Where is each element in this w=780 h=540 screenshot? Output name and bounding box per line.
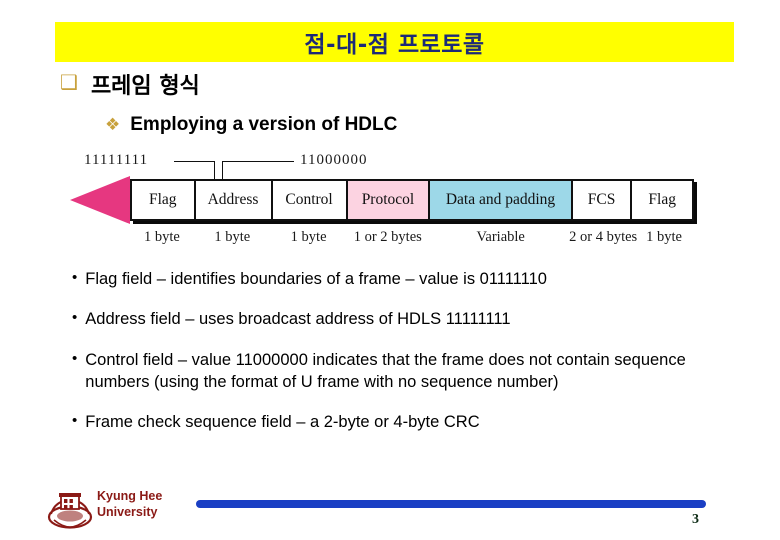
body-bullet-item: • Flag field – identifies boundaries of a…	[72, 268, 702, 290]
frame-size-label: 1 byte	[646, 228, 682, 245]
body-bullet-list: • Flag field – identifies boundaries of a…	[72, 268, 702, 451]
outline-level2-label: Employing a version of HDLC	[130, 114, 398, 135]
diagram-annotation-label: 11111111	[84, 152, 149, 168]
frame-field-cell: Data and padding	[430, 181, 573, 219]
page-number: 3	[692, 512, 699, 527]
round-bullet-icon: •	[72, 412, 78, 430]
round-bullet-icon: •	[72, 309, 78, 327]
outline-level1-item: ❑ 프레임 형식	[60, 68, 200, 100]
slide-title-banner: 점-대-점 프로토콜	[55, 22, 734, 62]
ppp-frame-diagram: 11111111 11000000 Flag Address Control Proto…	[62, 150, 712, 255]
organization-name: Kyung Hee University	[97, 489, 162, 520]
diagram-leader-line	[174, 161, 214, 162]
outline-level1-label: 프레임 형식	[90, 74, 200, 99]
diagram-annotation-label: 11000000	[300, 152, 368, 168]
body-bullet-text: Flag field – identifies boundaries of a …	[85, 270, 547, 288]
outline-level2-item: ❖ Employing a version of HDLC	[105, 114, 397, 136]
frame-size-label: 1 byte	[290, 228, 327, 245]
frame-field-cell: Address	[195, 181, 273, 219]
direction-arrow-icon	[70, 176, 130, 224]
diagram-leader-line	[214, 161, 215, 179]
frame-size-label: 1 byte	[214, 228, 251, 245]
diagram-leader-line	[222, 161, 294, 162]
body-bullet-item: • Frame check sequence field – a 2-byte o…	[72, 411, 702, 433]
body-bullet-text: Address field – uses broadcast address o…	[85, 310, 511, 329]
frame-size-label: 2 or 4 bytes	[569, 228, 638, 245]
frame-field-cell: Flag	[132, 181, 196, 219]
frame-field-cell: Flag	[632, 181, 692, 219]
body-bullet-text: Frame check sequence field – a 2-byte or…	[85, 413, 480, 432]
body-bullet-item: • Address field – uses broadcast address …	[72, 308, 702, 330]
frame-size-label: Variable	[476, 228, 525, 245]
square-bullet-icon: ❑	[60, 70, 78, 94]
round-bullet-icon: •	[72, 269, 78, 286]
frame-field-cell: FCS	[572, 181, 633, 219]
organization-name-line1: Kyung Hee	[97, 489, 163, 503]
body-bullet-text: Control field – value 11000000 indicates…	[85, 350, 686, 391]
frame-field-cell: Control	[272, 181, 348, 219]
frame-size-label: 1 or 2 bytes	[353, 228, 422, 245]
footer-rule	[196, 500, 706, 508]
diagram-leader-line	[222, 161, 223, 179]
diamond-bullet-icon: ❖	[105, 115, 121, 135]
kyung-hee-crest-icon	[46, 487, 94, 531]
organization-name-line2: University	[97, 504, 158, 519]
round-bullet-icon: •	[72, 349, 78, 367]
frame-field-cell: Protocol	[347, 181, 431, 219]
frame-size-labels: 1 byte 1 byte 1 byte 1 or 2 bytes Variable 2 …	[130, 226, 694, 248]
frame-size-label: 1 byte	[143, 228, 180, 245]
body-bullet-item: • Control field – value 11000000 indicate…	[72, 349, 702, 394]
page-title: 점-대-점 프로토콜	[304, 32, 485, 58]
frame-field-strip: Flag Address Control Protocol Data and paddi…	[130, 179, 694, 221]
